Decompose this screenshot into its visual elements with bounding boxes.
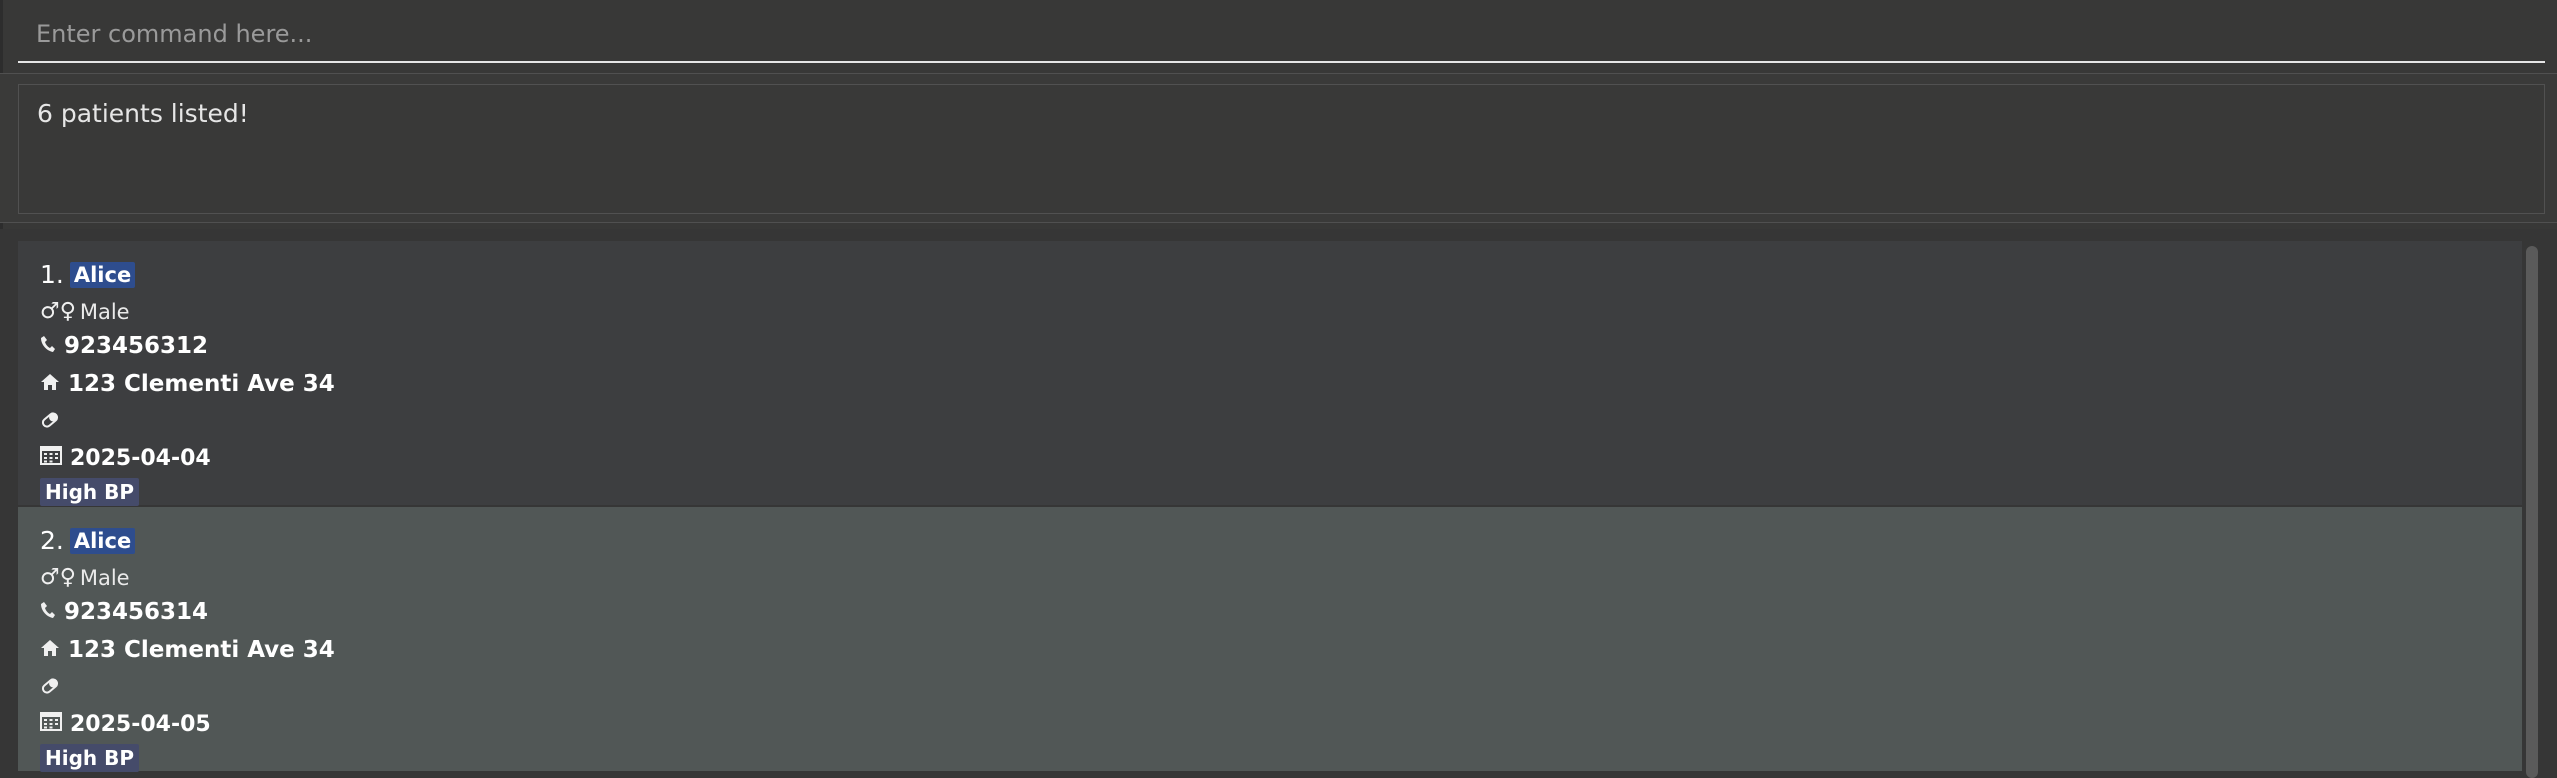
patient-index: 1.: [40, 260, 64, 289]
patient-gender: Male: [79, 299, 130, 324]
patient-medication-row: [40, 411, 68, 433]
command-input[interactable]: [36, 14, 2536, 54]
patient-date-row: 2025-04-04: [40, 445, 211, 471]
patient-date: 2025-04-05: [70, 711, 211, 737]
patient-gender: Male: [79, 565, 130, 590]
result-message: 6 patients listed!: [37, 99, 249, 128]
home-icon: [40, 637, 60, 663]
patient-phone: 923456314: [64, 599, 209, 625]
gender-icon: ♂♀: [40, 565, 76, 590]
patient-date-row: 2025-04-05: [40, 711, 211, 737]
phone-icon: [40, 333, 56, 359]
patient-list[interactable]: 1. Alice ♂♀ Male 923456312 123 Clementi …: [0, 229, 2557, 778]
patient-title: 1. Alice: [40, 260, 136, 289]
patient-gender-row: ♂♀ Male: [40, 299, 130, 324]
patient-phone-row: 923456312: [40, 333, 208, 359]
calendar-icon: [40, 711, 62, 737]
gender-icon: ♂♀: [40, 299, 76, 324]
phone-icon: [40, 599, 56, 625]
patient-tags: High BP: [40, 744, 140, 772]
patient-phone-row: 923456314: [40, 599, 208, 625]
patient-address-row: 123 Clementi Ave 34: [40, 637, 335, 663]
patient-card[interactable]: 1. Alice ♂♀ Male 923456312 123 Clementi …: [18, 241, 2522, 506]
patient-name: Alice: [69, 261, 136, 288]
patient-name: Alice: [69, 527, 136, 554]
patient-tags: High BP: [40, 478, 140, 506]
calendar-icon: [40, 445, 62, 471]
patient-gender-row: ♂♀ Male: [40, 565, 130, 590]
patient-address-row: 123 Clementi Ave 34: [40, 371, 335, 397]
patient-medication-row: [40, 677, 68, 699]
patient-address: 123 Clementi Ave 34: [68, 637, 335, 663]
patient-date: 2025-04-04: [70, 445, 211, 471]
pill-icon: [40, 411, 60, 433]
patient-address: 123 Clementi Ave 34: [68, 371, 335, 397]
patient-phone: 923456312: [64, 333, 209, 359]
home-icon: [40, 371, 60, 397]
pill-icon: [40, 677, 60, 699]
patient-title: 2. Alice: [40, 526, 136, 555]
tag-badge: High BP: [40, 478, 140, 506]
command-box: [18, 0, 2545, 63]
patient-index: 2.: [40, 526, 64, 555]
tag-badge: High BP: [40, 744, 140, 772]
patient-card[interactable]: 2. Alice ♂♀ Male 923456314 123 Clementi …: [18, 507, 2522, 772]
scrollbar-thumb[interactable]: [2526, 246, 2538, 778]
result-display: 6 patients listed!: [18, 84, 2545, 214]
